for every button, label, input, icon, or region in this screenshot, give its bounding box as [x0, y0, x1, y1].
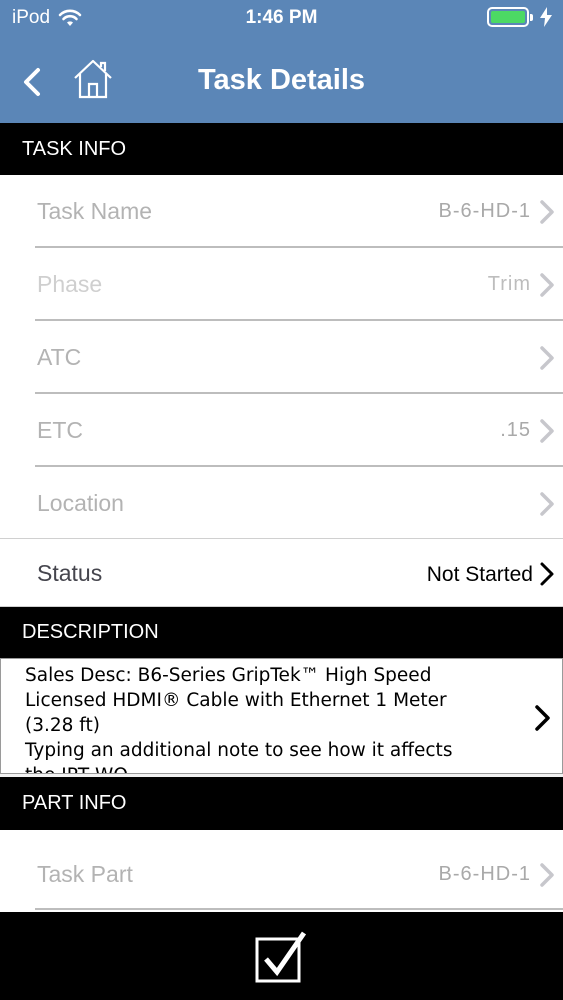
row-label: ATC [37, 344, 82, 370]
clock: 1:46 PM [245, 7, 318, 28]
status-label: Status [37, 560, 103, 586]
chevron-right-icon [540, 562, 554, 586]
status-row[interactable]: Status Not Started [0, 538, 563, 607]
bolt-icon [540, 7, 552, 27]
status-value: Not Started [426, 563, 533, 586]
checkbox-icon[interactable] [254, 930, 310, 986]
description-text: Sales Desc: B6-Series GripTek™ High Spee… [25, 665, 453, 773]
task-name-row[interactable]: Task Name B-6-HD-1 [0, 175, 563, 248]
page-title: Task Details [197, 64, 366, 96]
chevron-right-icon [540, 863, 554, 887]
row-label: Task Name [37, 198, 153, 224]
row-label: ETC [37, 417, 83, 443]
row-label: Location [37, 490, 124, 516]
atc-row[interactable]: ATC [0, 321, 563, 394]
row-value: B-6-HD-1 [438, 863, 531, 885]
chevron-right-icon [540, 273, 554, 297]
chevron-right-icon [540, 346, 554, 370]
location-row[interactable]: Location [0, 467, 563, 540]
task-info-list: Task Name B-6-HD-1 Phase Trim ATC ETC .1… [0, 175, 563, 538]
row-value: .15 [500, 419, 531, 441]
nav-header: iPod 1:46 PM Task Details [0, 0, 563, 123]
phase-row[interactable]: Phase Trim [0, 248, 563, 321]
row-label: Task Part [37, 861, 133, 887]
battery-indicator [487, 7, 553, 27]
row-divider [35, 908, 563, 910]
chevron-right-icon [540, 492, 554, 516]
row-value: B-6-HD-1 [438, 200, 531, 222]
part-info-list: Task Part B-6-HD-1 [0, 830, 563, 912]
battery-icon [487, 7, 533, 27]
chevron-right-icon [535, 705, 550, 731]
description-field[interactable]: Sales Desc: B6-Series GripTek™ High Spee… [0, 658, 563, 774]
chevron-right-icon [540, 200, 554, 224]
section-header-task-info: TASK INFO [0, 123, 563, 175]
section-header-description: DESCRIPTION [0, 607, 563, 658]
etc-row[interactable]: ETC .15 [0, 394, 563, 467]
chevron-right-icon [540, 419, 554, 443]
section-header-part-info: PART INFO [0, 777, 563, 830]
status-bar: iPod 1:46 PM [0, 0, 563, 36]
bottom-toolbar [0, 912, 563, 1000]
task-part-row[interactable]: Task Part B-6-HD-1 [0, 838, 563, 911]
row-value: Trim [487, 273, 531, 295]
row-label: Phase [37, 271, 103, 297]
